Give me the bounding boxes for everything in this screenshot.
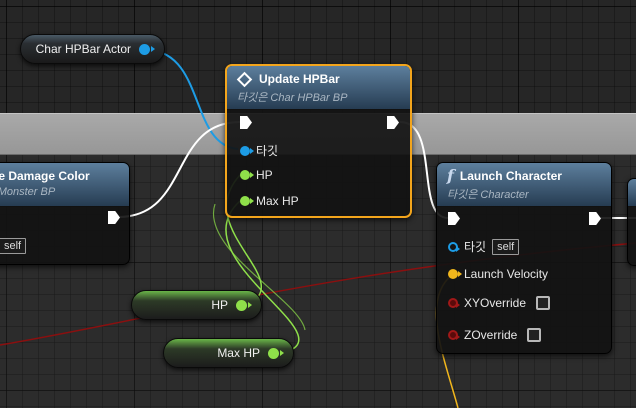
node-subtitle: 타깃은 Char HPBar BP	[237, 92, 348, 104]
update-hpbar-node[interactable]: Update HPBar 타깃은 Char HPBar BP 타깃 HP Max…	[225, 64, 412, 218]
node-title: Update HPBar	[259, 72, 340, 86]
object-pin-icon[interactable]	[240, 145, 254, 156]
launch-velocity-pin[interactable]: Launch Velocity	[448, 267, 548, 281]
node-header	[628, 179, 636, 207]
exec-in-pin[interactable]	[240, 116, 252, 129]
node-header: Update HPBar 타깃은 Char HPBar BP	[227, 66, 410, 110]
pin-label: ZOverride	[464, 328, 518, 342]
float-wire-maxhp	[225, 200, 300, 355]
pin-label: Max HP	[256, 194, 299, 208]
exec-out-pin[interactable]	[387, 116, 399, 129]
variable-label: Char HPBar Actor	[35, 42, 131, 56]
variable-label: Max HP	[217, 346, 260, 360]
float-pin-icon[interactable]	[240, 170, 254, 180]
pin-label: Launch Velocity	[464, 267, 549, 281]
node-title: Launch Character	[459, 169, 562, 183]
z-override-checkbox[interactable]	[527, 328, 542, 342]
variable-label: HP	[211, 298, 228, 312]
max-hp-pin[interactable]: Max HP	[240, 194, 299, 208]
float-pin-icon[interactable]	[236, 299, 252, 311]
function-icon: f	[447, 166, 454, 185]
object-pin-icon[interactable]	[448, 241, 460, 252]
self-value: self	[492, 238, 520, 255]
bool-pin-icon[interactable]	[448, 330, 460, 340]
float-pin-icon[interactable]	[268, 347, 284, 359]
float-pin-icon[interactable]	[240, 196, 254, 206]
pin-label: 타깃	[464, 240, 487, 254]
node-subtitle: - Monster BP	[0, 186, 56, 198]
self-pin-row: self	[0, 238, 27, 254]
pin-label: 타깃	[256, 144, 279, 158]
bool-pin-icon[interactable]	[448, 298, 460, 308]
pin-label: XYOverride	[464, 296, 527, 310]
exec-out-pin[interactable]	[108, 211, 120, 224]
offscreen-node[interactable]	[627, 178, 636, 266]
exec-in-pin[interactable]	[448, 212, 460, 225]
max-hp-variable[interactable]: Max HP	[163, 338, 294, 368]
target-pin[interactable]: 타깃	[240, 142, 278, 159]
target-pin[interactable]: 타깃 self	[448, 238, 520, 255]
hp-pin[interactable]: HP	[240, 168, 273, 182]
change-damage-color-node[interactable]: ge Damage Color - Monster BP self	[0, 162, 130, 265]
xy-override-pin[interactable]: XYOverride	[448, 296, 551, 310]
vector-pin-icon[interactable]	[448, 269, 462, 279]
xy-override-checkbox[interactable]	[536, 296, 551, 310]
node-title: ge Damage Color	[0, 169, 90, 183]
pin-label: HP	[256, 168, 273, 182]
exec-wire-1	[119, 121, 241, 218]
self-value: self	[0, 238, 27, 254]
hp-variable[interactable]: HP	[131, 290, 262, 320]
node-header: f Launch Character 타깃은 Character	[437, 163, 611, 207]
launch-character-node[interactable]: f Launch Character 타깃은 Character 타깃 self…	[436, 162, 612, 354]
node-subtitle: 타깃은 Character	[447, 189, 529, 201]
exec-out-pin[interactable]	[589, 212, 601, 225]
node-header: ge Damage Color - Monster BP	[0, 163, 129, 207]
object-pin-icon[interactable]	[139, 43, 155, 55]
event-diamond-icon	[236, 71, 253, 87]
z-override-pin[interactable]: ZOverride	[448, 328, 542, 342]
char-hpbar-actor-variable[interactable]: Char HPBar Actor	[20, 34, 165, 64]
